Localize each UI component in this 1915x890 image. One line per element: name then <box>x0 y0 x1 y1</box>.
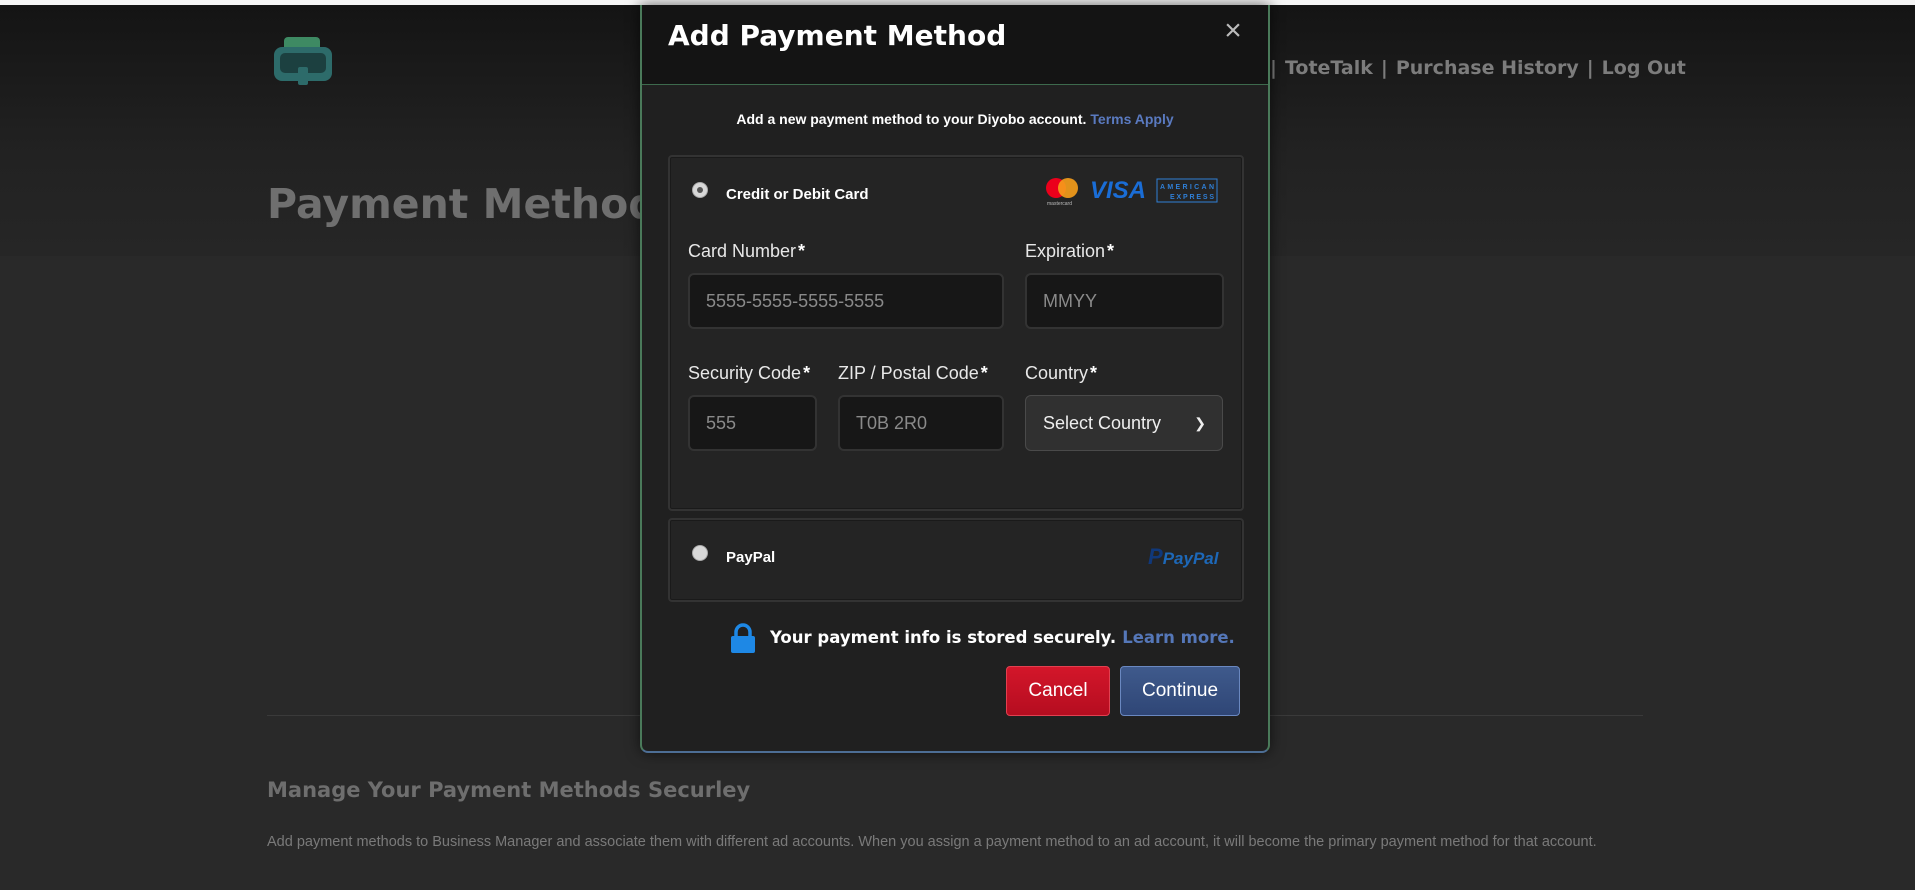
card-brands: mastercard VISA AMERICAN EXPRESS <box>1046 178 1218 206</box>
nav-link-purchase-history[interactable]: Purchase History <box>1396 57 1579 79</box>
paypal-logo-pay: Pay <box>1162 549 1193 568</box>
country-label-text: Country <box>1025 363 1089 383</box>
modal-title: Add Payment Method <box>668 19 1007 52</box>
required-mark: * <box>803 363 811 383</box>
terms-link[interactable]: Terms Apply <box>1090 111 1173 127</box>
card-option-label: Credit or Debit Card <box>726 186 869 203</box>
security-code-label: Security Code * <box>688 363 810 384</box>
nav-separator: | <box>1380 57 1388 79</box>
paypal-radio[interactable] <box>692 545 708 561</box>
required-mark: * <box>980 363 988 383</box>
paypal-logo-pal: Pal <box>1192 549 1219 568</box>
visa-wordmark: VISA <box>1090 178 1146 204</box>
cancel-button[interactable]: Cancel <box>1006 666 1110 716</box>
nav-link-log-out[interactable]: Log Out <box>1602 57 1686 79</box>
svg-text:AMERICAN: AMERICAN <box>1160 184 1214 191</box>
nav-link-totetalk[interactable]: ToteTalk <box>1285 57 1373 79</box>
card-number-label-text: Card Number <box>688 241 797 261</box>
required-mark: * <box>1090 363 1098 383</box>
card-radio[interactable] <box>692 182 708 198</box>
paypal-option-panel: PayPal PPayPal <box>668 518 1244 602</box>
modal-header: Add Payment Method × <box>642 5 1268 85</box>
learn-more-link[interactable]: Learn more. <box>1122 628 1235 647</box>
postal-code-label-text: ZIP / Postal Code <box>838 363 979 383</box>
lock-icon <box>731 623 755 653</box>
expiration-input[interactable]: MMYY <box>1025 273 1224 329</box>
top-nav: | ToteTalk | Purchase History | Log Out <box>1262 57 1686 79</box>
page-title: Payment Methods <box>267 180 682 228</box>
svg-text:EXPRESS: EXPRESS <box>1170 194 1214 201</box>
expiration-label-text: Expiration <box>1025 241 1106 261</box>
chevron-down-icon: ❯ <box>1194 415 1206 431</box>
visa-icon: VISA <box>1090 178 1146 204</box>
mastercard-icon: mastercard <box>1046 178 1078 206</box>
amex-icon: AMERICAN EXPRESS <box>1156 178 1218 203</box>
secure-notice: Your payment info is stored securely. Lea… <box>642 623 1268 653</box>
nav-separator: | <box>1586 57 1594 79</box>
nav-separator: | <box>1270 57 1277 79</box>
country-select-value: Select Country <box>1043 413 1162 433</box>
card-option-panel: Credit or Debit Card mastercard VISA AME… <box>668 155 1244 511</box>
paypal-option-label: PayPal <box>726 549 776 566</box>
card-number-label: Card Number * <box>688 241 805 262</box>
tote-logo[interactable] <box>274 37 334 87</box>
paypal-logo-p: P <box>1148 544 1163 569</box>
postal-code-input[interactable]: T0B 2R0 <box>838 395 1004 451</box>
manage-section-title: Manage Your Payment Methods Securley <box>267 778 751 802</box>
modal-intro: Add a new payment method to your Diyobo … <box>642 111 1268 127</box>
security-code-label-text: Security Code <box>688 363 802 383</box>
continue-button[interactable]: Continue <box>1120 666 1240 716</box>
close-icon[interactable]: × <box>1218 16 1248 47</box>
secure-message: Your payment info is stored securely. <box>770 628 1117 647</box>
country-select[interactable]: Select Country ❯ <box>1025 395 1223 451</box>
secure-text: Your payment info is stored securely. Lea… <box>770 628 1235 647</box>
manage-section-description: Add payment methods to Business Manager … <box>267 834 1597 850</box>
add-payment-modal: Add Payment Method × Add a new payment m… <box>640 5 1270 753</box>
paypal-logo-icon: PPayPal <box>1148 544 1218 570</box>
intro-text: Add a new payment method to your Diyobo … <box>736 111 1087 127</box>
required-mark: * <box>1107 241 1115 261</box>
mastercard-wordmark: mastercard <box>1047 201 1072 206</box>
required-mark: * <box>798 241 806 261</box>
expiration-label: Expiration * <box>1025 241 1114 262</box>
card-number-input[interactable]: 5555-5555-5555-5555 <box>688 273 1004 329</box>
country-label: Country * <box>1025 363 1097 384</box>
postal-code-label: ZIP / Postal Code * <box>838 363 988 384</box>
security-code-input[interactable]: 555 <box>688 395 817 451</box>
